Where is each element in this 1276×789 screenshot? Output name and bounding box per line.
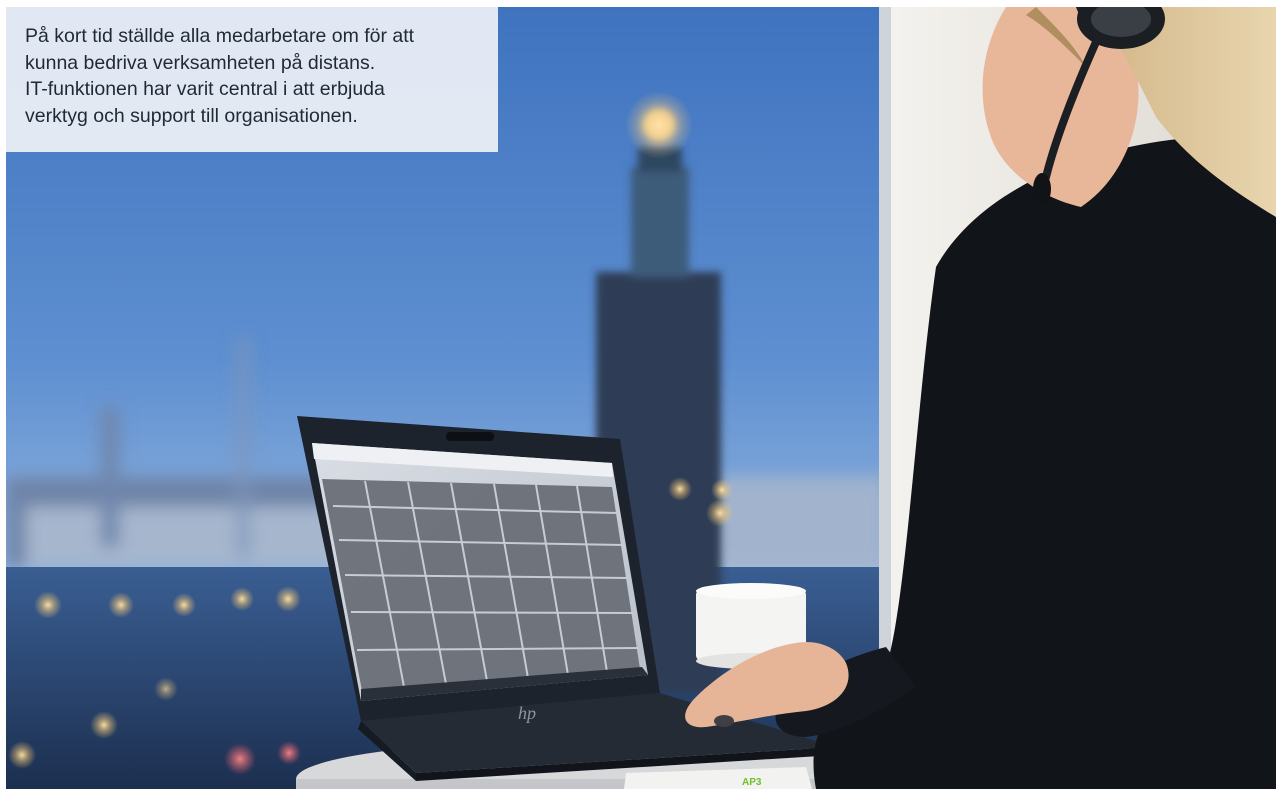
photo-caption: På kort tid ställde alla medarbetare om … xyxy=(6,7,498,152)
caption-line-1: På kort tid ställde alla medarbetare om … xyxy=(25,25,415,47)
caption-line-4: verktyg och support till organisationen. xyxy=(25,104,358,127)
tray-label: AP3 xyxy=(742,777,762,788)
hp-logo: hp xyxy=(518,703,536,723)
caption-line-2: kunna bedriva verksamheten på distans. xyxy=(25,51,376,74)
caption-line-3: IT-funktionen har varit central i att er… xyxy=(25,78,385,100)
